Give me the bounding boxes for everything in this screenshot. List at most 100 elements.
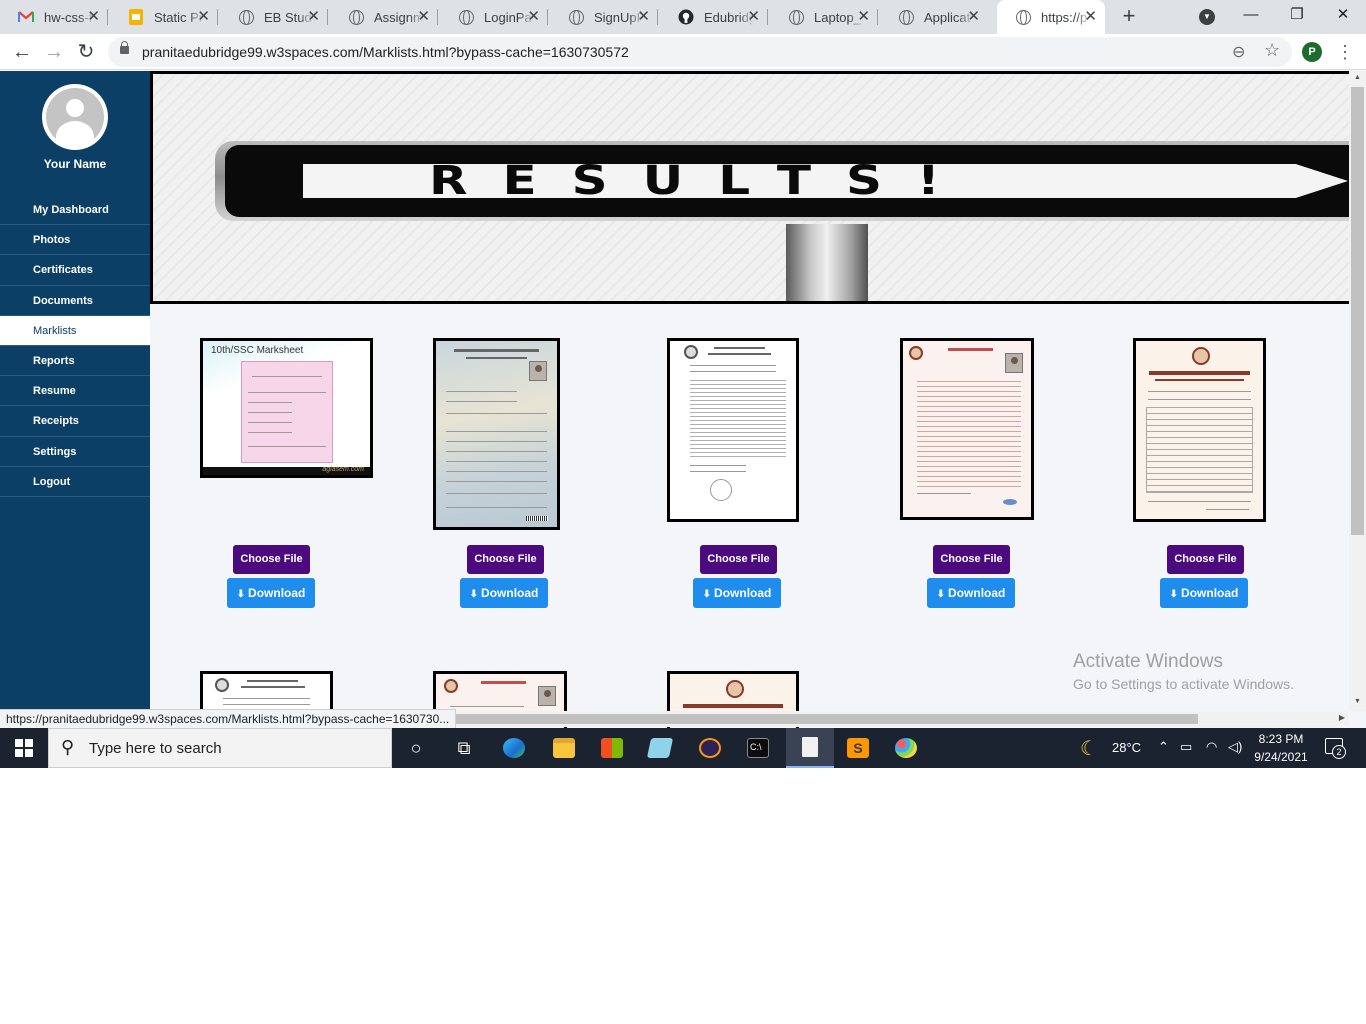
clock-time[interactable]: 8:23 PM	[1246, 732, 1316, 746]
bookmark-star-icon[interactable]: ☆	[1264, 40, 1280, 61]
scroll-up-icon[interactable]: ▲	[1349, 74, 1366, 81]
eclipse-icon[interactable]	[686, 728, 734, 768]
browser-tab[interactable]: Assignm ✕	[330, 0, 438, 34]
browser-tab[interactable]: Applicat ✕	[880, 0, 988, 34]
globe-icon	[348, 9, 364, 25]
sidebar-item-reports[interactable]: Reports	[0, 346, 150, 377]
marksheet-caption: 10th/SSC Marksheet	[211, 345, 304, 356]
windows-taskbar: ⚲ Type here to search ○ ⧉ C:\ S ☾ 28°C ⌃…	[0, 728, 1366, 768]
clock-date[interactable]: 9/24/2021	[1246, 750, 1316, 764]
browser-tab[interactable]: EB Stude ✕	[220, 0, 328, 34]
sidebar-item-resume[interactable]: Resume	[0, 376, 150, 407]
back-arrow-icon[interactable]: ←	[8, 38, 36, 66]
scroll-down-icon[interactable]: ▼	[1349, 698, 1366, 705]
scrollbar-thumb[interactable]	[1351, 87, 1364, 535]
tab-search-icon[interactable]: ▼	[1199, 9, 1215, 25]
scrollbar-thumb[interactable]	[450, 714, 1198, 724]
cortana-icon[interactable]: ○	[392, 728, 440, 768]
browser-tab-active[interactable]: https://p ✕	[997, 0, 1105, 34]
browser-tab[interactable]: Laptop_V ✕	[770, 0, 878, 34]
download-icon: ⬇	[702, 589, 712, 600]
download-button[interactable]: ⬇ Download	[1160, 578, 1248, 608]
tab-close-icon[interactable]: ✕	[307, 9, 320, 25]
marksheet-brand: aglasem.com	[322, 466, 364, 473]
tab-close-icon[interactable]: ✕	[747, 9, 760, 25]
sidebar-item-settings[interactable]: Settings	[0, 437, 150, 467]
tab-close-icon[interactable]: ✕	[857, 9, 870, 25]
reload-icon[interactable]: ↻	[72, 38, 100, 66]
file-explorer-icon[interactable]	[540, 728, 588, 768]
tab-close-icon[interactable]: ✕	[1084, 9, 1097, 25]
browser-tab[interactable]: SignUpP ✕	[550, 0, 658, 34]
temperature[interactable]: 28°C	[1112, 740, 1141, 755]
choose-file-button[interactable]: Choose File	[467, 545, 544, 574]
zoom-icon[interactable]: ⊖	[1232, 42, 1245, 62]
minimize-icon[interactable]: —	[1228, 0, 1274, 30]
task-view-icon[interactable]: ⧉	[440, 728, 488, 768]
profile-avatar[interactable]: P	[1302, 42, 1322, 62]
tab-close-icon[interactable]: ✕	[967, 9, 980, 25]
edge-icon[interactable]	[490, 728, 538, 768]
tab-close-icon[interactable]: ✕	[637, 9, 650, 25]
browser-tab[interactable]: Static Pr ✕	[110, 0, 218, 34]
choose-file-button[interactable]: Choose File	[933, 545, 1010, 574]
scroll-right-icon[interactable]: ▶	[1339, 713, 1345, 722]
new-tab-button[interactable]: +	[1116, 4, 1142, 30]
volume-icon[interactable]: ◁)	[1228, 739, 1242, 755]
slides-icon	[128, 9, 144, 25]
close-window-icon[interactable]: ✕	[1320, 0, 1366, 30]
battery-icon[interactable]: ▭	[1180, 739, 1192, 755]
notepad-icon[interactable]	[636, 728, 684, 768]
tab-close-icon[interactable]: ✕	[417, 9, 430, 25]
taskbar-search[interactable]: ⚲ Type here to search	[48, 728, 392, 768]
browser-tab[interactable]: LoginPag ✕	[440, 0, 548, 34]
download-icon: ⬇	[469, 589, 479, 600]
globe-icon	[1015, 9, 1031, 25]
download-button[interactable]: ⬇ Download	[227, 578, 315, 608]
tab-separator	[767, 9, 768, 25]
download-button[interactable]: ⬇ Download	[693, 578, 781, 608]
download-label: Download	[1181, 586, 1239, 600]
windows-start-icon[interactable]	[15, 739, 33, 757]
microsoft-store-icon[interactable]	[588, 728, 636, 768]
chevron-up-icon[interactable]: ⌃	[1158, 739, 1169, 755]
github-icon	[678, 9, 694, 25]
marksheet-thumbnail	[1133, 338, 1266, 522]
restore-icon[interactable]: ❐	[1274, 0, 1320, 30]
url-text[interactable]: pranitaedubridge99.w3spaces.com/Marklist…	[142, 44, 629, 60]
user-avatar-icon	[42, 84, 108, 150]
forward-arrow-icon[interactable]: →	[40, 38, 68, 66]
address-bar[interactable]: pranitaedubridge99.w3spaces.com/Marklist…	[108, 37, 1292, 67]
sidebar-item-my-dashboard[interactable]: My Dashboard	[0, 195, 150, 226]
sublime-text-icon[interactable]: S	[834, 728, 882, 768]
sidebar-item-marklists[interactable]: Marklists	[0, 315, 150, 346]
sidebar-item-certificates[interactable]: Certificates	[0, 255, 150, 286]
download-button[interactable]: ⬇ Download	[460, 578, 548, 608]
download-icon: ⬇	[1169, 589, 1179, 600]
notepad-plus-icon[interactable]	[786, 728, 834, 768]
choose-file-button[interactable]: Choose File	[1167, 545, 1244, 574]
sidebar-nav: My Dashboard Photos Certificates Documen…	[0, 195, 150, 497]
browser-tab[interactable]: hw-css-f ✕	[0, 0, 108, 34]
tab-close-icon[interactable]: ✕	[87, 9, 100, 25]
screen: hw-css-f ✕ Static Pr ✕ EB Stude ✕ Assign…	[0, 0, 1366, 768]
sidebar-item-documents[interactable]: Documents	[0, 286, 150, 316]
browser-toolbar: ← → ↻ pranitaedubridge99.w3spaces.com/Ma…	[0, 34, 1366, 70]
choose-file-button[interactable]: Choose File	[700, 545, 777, 574]
tab-close-icon[interactable]: ✕	[197, 9, 210, 25]
choose-file-button[interactable]: Choose File	[233, 545, 310, 574]
browser-menu-icon[interactable]: ⋮	[1336, 40, 1354, 64]
download-button[interactable]: ⬇ Download	[927, 578, 1015, 608]
vertical-scrollbar[interactable]: ▲ ▼	[1349, 71, 1366, 711]
browser-tab[interactable]: Edubridg ✕	[660, 0, 768, 34]
paint-icon[interactable]	[882, 728, 930, 768]
sidebar-item-photos[interactable]: Photos	[0, 225, 150, 256]
download-label: Download	[948, 586, 1006, 600]
sidebar-item-receipts[interactable]: Receipts	[0, 406, 150, 437]
tab-close-icon[interactable]: ✕	[527, 9, 540, 25]
tab-separator	[107, 9, 108, 25]
wifi-icon[interactable]: ◠	[1206, 739, 1217, 755]
sidebar-item-logout[interactable]: Logout	[0, 467, 150, 497]
terminal-icon[interactable]: C:\	[734, 728, 782, 768]
weather-moon-icon[interactable]: ☾	[1080, 736, 1098, 761]
